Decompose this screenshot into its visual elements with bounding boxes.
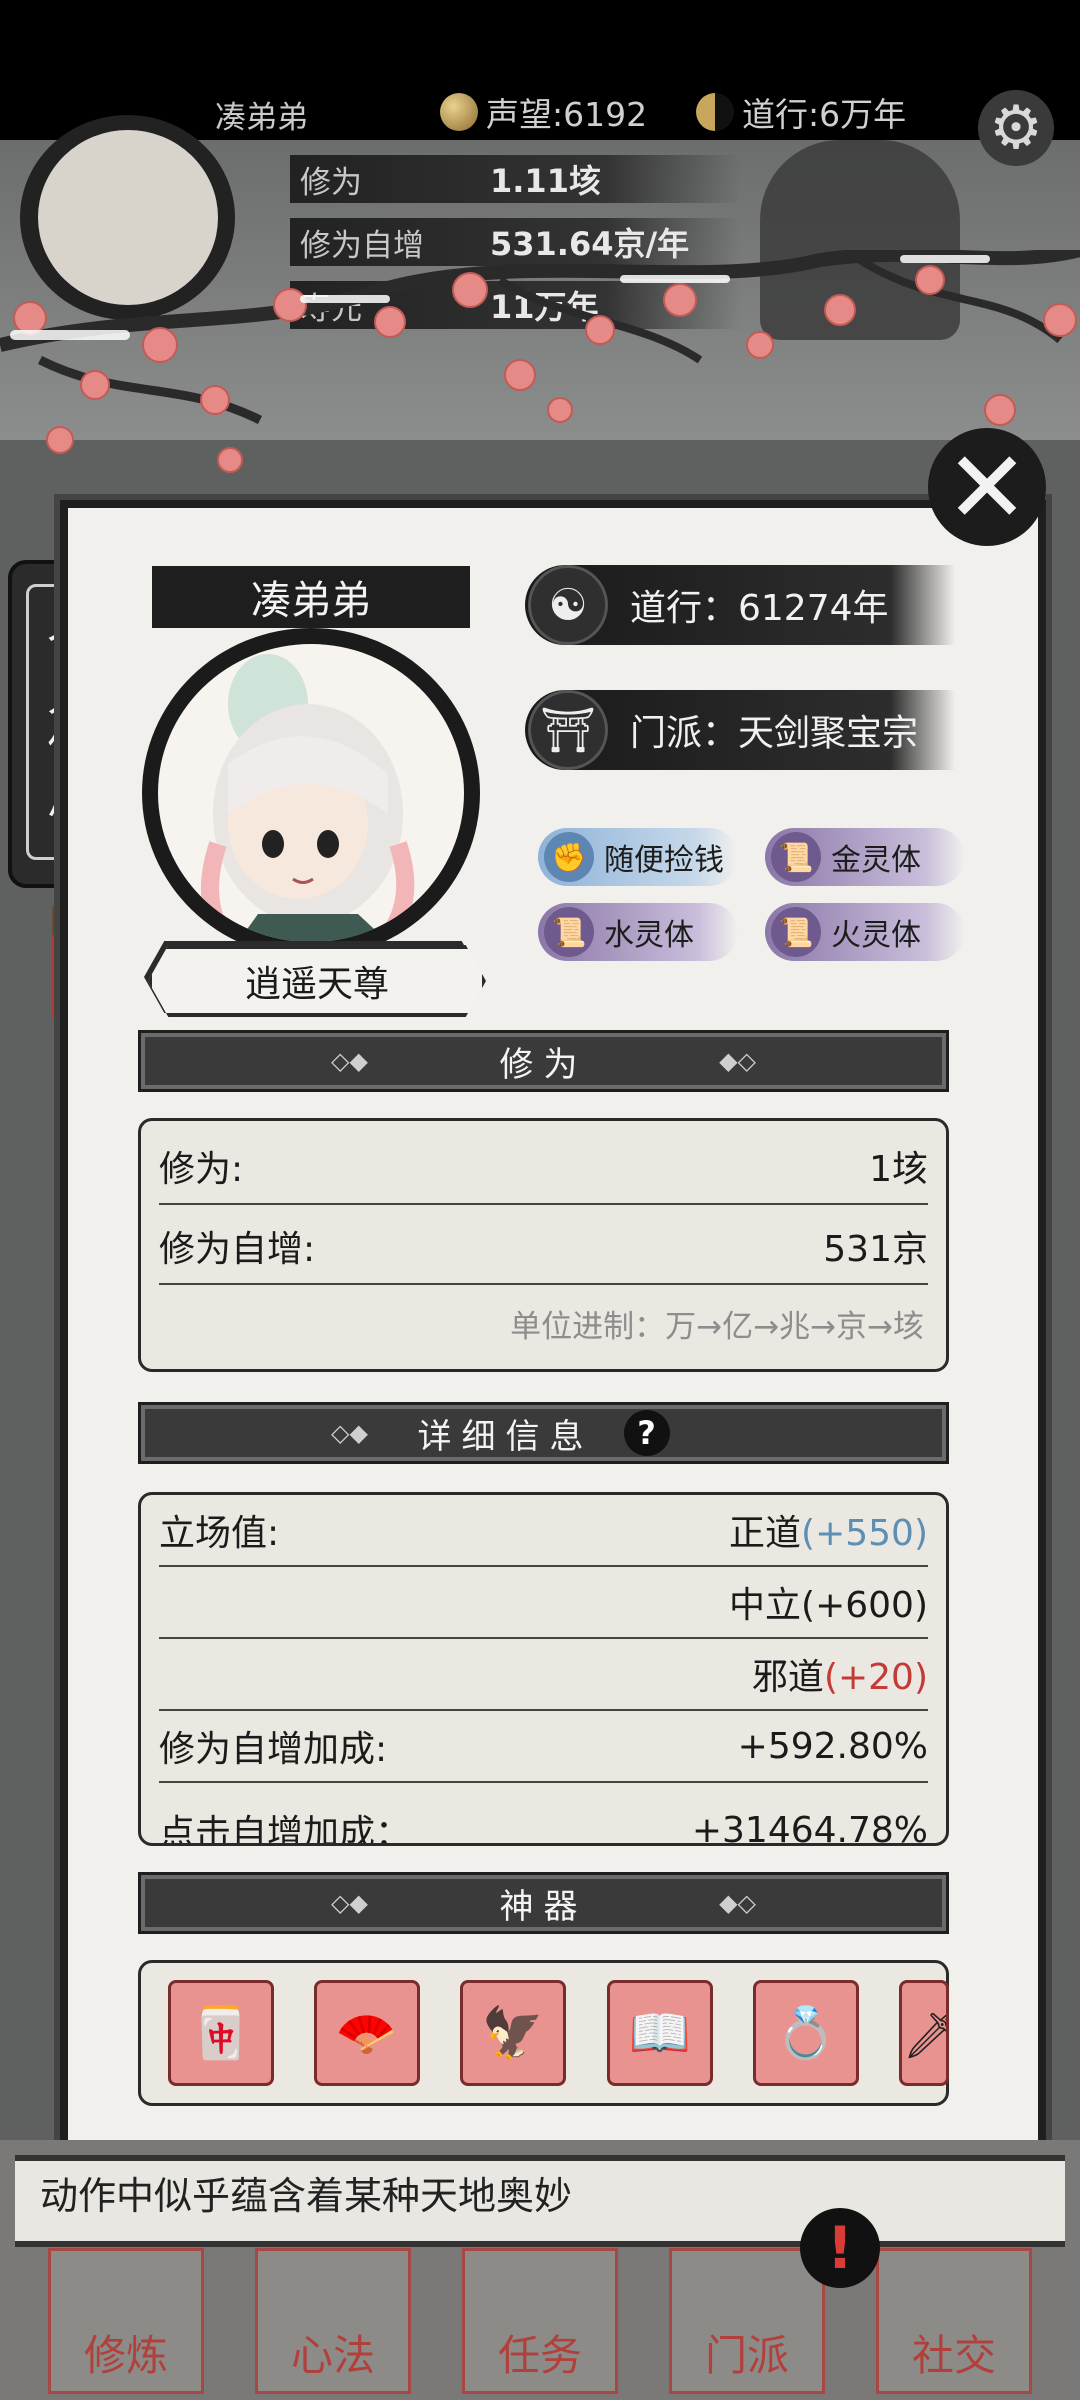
yinyang-icon: ☯	[528, 565, 608, 645]
stance-delta: (+20)	[823, 1657, 928, 1698]
trait-label: 火灵体	[831, 918, 921, 953]
stance-name: 中立	[729, 1585, 802, 1626]
help-icon[interactable]: ?	[623, 1410, 670, 1456]
scroll-icon: 📜	[771, 907, 821, 957]
divider	[159, 1203, 928, 1205]
alert-icon[interactable]: !	[800, 2208, 880, 2288]
fan-icon[interactable]: 🪭	[314, 1980, 420, 2086]
jade-token-icon[interactable]: 🀄	[168, 1980, 274, 2086]
stance-value: 正道(+550)	[729, 1504, 928, 1556]
nav-label: 心法	[290, 2331, 375, 2380]
player-name: 凑弟弟	[215, 100, 308, 136]
coin-icon	[440, 93, 478, 131]
section-title: 修为	[499, 1044, 588, 1085]
bonus-value: +592.80%	[737, 1725, 928, 1767]
trait-tag[interactable]: 📜 水灵体	[538, 903, 738, 961]
temple-icon: ⛩	[528, 690, 608, 770]
yinyang-icon	[696, 93, 734, 131]
section-title: 详细信息	[417, 1416, 594, 1457]
ticker-text: 动作中似乎蕴含着某种天地奥妙	[40, 2174, 573, 2218]
details-section-header: ◇◆ 详细信息 ?	[138, 1402, 949, 1464]
unit-note: 单位进制：万→亿→兆→京→垓	[510, 1309, 924, 1345]
trait-label: 随便捡钱	[604, 843, 724, 878]
stance-value: 中立(+600)	[729, 1576, 928, 1628]
bonus-label: 修为自增加成:	[159, 1729, 388, 1770]
book-icon[interactable]: 📖	[607, 1980, 713, 2086]
dao-text: 道行：61274年	[630, 588, 889, 629]
trait-tag[interactable]: 📜 金灵体	[765, 828, 965, 886]
row-value: 531京	[823, 1229, 928, 1270]
nav-tasks[interactable]: 任务	[462, 2248, 618, 2394]
reputation-text: 声望:6192	[486, 95, 648, 134]
row-value: 1垓	[869, 1149, 928, 1190]
nav-techniques[interactable]: 心法	[255, 2248, 411, 2394]
stance-row: 邪道(+20)	[159, 1639, 928, 1709]
click-bonus-row: 点击自增加成： +31464.78%	[159, 1795, 928, 1846]
scroll-icon: 📜	[544, 907, 594, 957]
close-icon: ✕	[945, 428, 1029, 546]
stat-value: 1.11垓	[490, 162, 601, 200]
sect-pill: ⛩ 门派：天剑聚宝宗	[525, 690, 955, 770]
ornament-left: ◇◆	[331, 1419, 368, 1447]
nav-cultivate[interactable]: 修炼	[48, 2248, 204, 2394]
nav-sect[interactable]: 门派	[669, 2248, 825, 2394]
golden-claw-icon[interactable]: 🦅	[460, 1980, 566, 2086]
chibi-character-icon	[201, 654, 415, 942]
profile-title: 逍遥天尊	[148, 945, 486, 1017]
stance-row: 立场值: 正道(+550)	[159, 1495, 928, 1565]
ring-icon[interactable]: 💍	[753, 1980, 859, 2086]
plum-blossom-branch	[0, 250, 1080, 473]
stance-value: 邪道(+20)	[752, 1648, 928, 1700]
settings-gear-icon[interactable]: ⚙	[978, 90, 1054, 166]
cultivation-row: 修为: 1垓	[159, 1131, 928, 1201]
artifacts-section-header: ◇◆ 神器 ◆◇	[138, 1872, 949, 1934]
scroll-icon: 📜	[771, 832, 821, 882]
nav-label: 任务	[497, 2331, 582, 2380]
bonus-row: 修为自增加成: +592.80%	[159, 1711, 928, 1781]
stance-row: 中立(+600)	[159, 1567, 928, 1637]
click-bonus-value: +31464.78%	[691, 1809, 928, 1846]
ornament-right: ◆◇	[719, 1889, 756, 1917]
dao-short-text: 道行:6万年	[742, 95, 907, 134]
trait-label: 水灵体	[604, 918, 694, 953]
click-bonus-label: 点击自增加成：	[159, 1813, 412, 1846]
trait-tag[interactable]: 📜 火灵体	[765, 903, 965, 961]
profile-name: 凑弟弟	[152, 566, 470, 628]
stat-label: 修为	[300, 164, 362, 201]
trait-label: 金灵体	[831, 843, 921, 878]
sect-text: 门派：天剑聚宝宗	[630, 713, 919, 754]
row-label: 修为:	[159, 1149, 244, 1190]
partial-artifact-icon[interactable]: 🗡	[899, 1980, 949, 2086]
divider	[159, 1781, 928, 1783]
stat-cultivation: 修为 1.11垓	[290, 155, 740, 203]
dao-display: 道行:6万年	[696, 88, 906, 136]
nav-label: 门派	[704, 2331, 789, 2380]
nav-social[interactable]: 社交	[876, 2248, 1032, 2394]
stance-name: 邪道	[751, 1657, 824, 1698]
stance-name: 正道	[729, 1513, 802, 1554]
ornament-left: ◇◆	[331, 1047, 368, 1075]
stance-delta: (+600)	[801, 1585, 928, 1626]
cultivation-card: 修为: 1垓 修为自增: 531京 单位进制：万→亿→兆→京→垓	[138, 1118, 949, 1372]
nav-label: 修炼	[83, 2331, 168, 2380]
ornament-right: ◆◇	[719, 1047, 756, 1075]
character-portrait	[142, 628, 480, 958]
reputation-display: 声望:6192	[440, 88, 647, 136]
trait-tag[interactable]: ✊ 随便捡钱	[538, 828, 738, 886]
nav-label: 社交	[911, 2331, 996, 2380]
section-title: 神器	[499, 1886, 588, 1927]
details-card[interactable]: 立场值: 正道(+550) 中立(+600) 邪道(+20) 修为自增加成: +…	[138, 1492, 949, 1846]
stance-label: 立场值:	[159, 1513, 280, 1554]
close-button[interactable]: ✕	[928, 428, 1046, 546]
cultivation-section-header: ◇◆ 修为 ◆◇	[138, 1030, 949, 1092]
fist-icon: ✊	[544, 832, 594, 882]
row-label: 修为自增:	[159, 1229, 316, 1270]
cultivation-row: 修为自增: 531京	[159, 1211, 928, 1281]
ornament-left: ◇◆	[331, 1889, 368, 1917]
stance-delta: (+550)	[801, 1513, 928, 1554]
divider	[159, 1283, 928, 1285]
dao-pill: ☯ 道行：61274年	[525, 565, 955, 645]
